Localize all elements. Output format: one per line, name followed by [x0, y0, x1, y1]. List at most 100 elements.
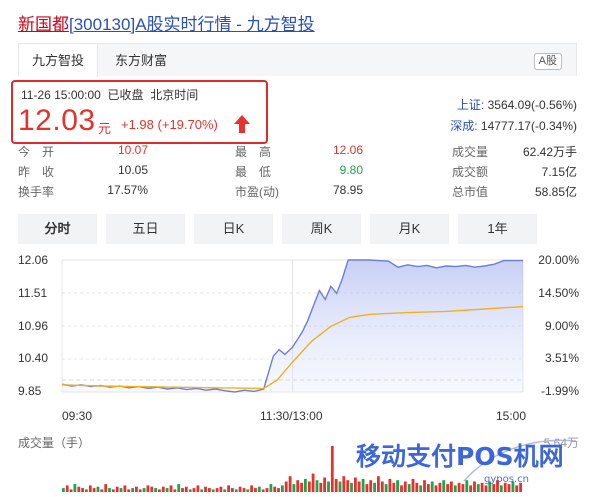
- volume-bar: [392, 482, 396, 492]
- volume-bar: [492, 484, 496, 492]
- volume-bar: [62, 488, 65, 492]
- volume-bar: [154, 488, 157, 492]
- volume-bar: [131, 488, 134, 492]
- volume-bar: [277, 488, 280, 492]
- volume-bar: [238, 486, 242, 492]
- volume-bar: [315, 480, 319, 492]
- volume-bar: [288, 476, 292, 492]
- volume-bar: [138, 489, 142, 492]
- volume-bar: [111, 489, 115, 492]
- volume-bar: [453, 485, 457, 492]
- volume-bar: [158, 489, 161, 492]
- volume-bar: [96, 486, 100, 492]
- volume-bar: [503, 482, 507, 492]
- volume-bar: [342, 476, 346, 492]
- volume-bar: [127, 489, 131, 492]
- volume-bar: [476, 484, 480, 492]
- volume-bar: [123, 485, 127, 492]
- volume-bar: [165, 488, 169, 492]
- volume-bar: [507, 484, 511, 492]
- volume-bar: [296, 480, 300, 492]
- volume-bar: [100, 489, 104, 492]
- volume-bar: [450, 481, 453, 492]
- volume-bar: [369, 480, 373, 492]
- volume-bar: [69, 489, 73, 492]
- volume-bar: [438, 482, 442, 492]
- volume-bar: [442, 480, 446, 492]
- volume-bar: [388, 478, 392, 492]
- volume-bar: [519, 482, 522, 492]
- volume-bar: [242, 488, 246, 492]
- volume-bar: [77, 486, 81, 492]
- volume-bar: [469, 485, 472, 492]
- volume-bar: [480, 482, 484, 492]
- volume-bar: [208, 488, 211, 492]
- volume-bar: [304, 478, 307, 492]
- volume-bar: [319, 482, 323, 492]
- volume-bar: [377, 476, 380, 492]
- volume-bar: [511, 481, 515, 492]
- volume-bar: [92, 488, 96, 492]
- volume-bar: [334, 478, 338, 492]
- volume-bar: [73, 484, 77, 492]
- volume-bar: [211, 489, 215, 492]
- volume-bar: [250, 485, 253, 492]
- volume-bar: [284, 481, 288, 492]
- volume-bar: [119, 488, 123, 492]
- volume-bar: [254, 488, 257, 492]
- volume-bar: [461, 484, 465, 492]
- volume-bar: [65, 485, 69, 492]
- volume-bar: [407, 484, 411, 492]
- volume-bar: [496, 480, 499, 492]
- volume-bar: [223, 489, 227, 492]
- volume-bar: [330, 446, 334, 492]
- volume-bar: [473, 481, 476, 492]
- volume-bar: [488, 481, 492, 492]
- volume-bar: [204, 486, 207, 492]
- volume-bar: [88, 485, 92, 492]
- volume-bar: [338, 481, 342, 492]
- volume-title: 成交量（手）: [18, 436, 91, 450]
- volume-bar: [361, 478, 365, 492]
- volume-bar: [499, 485, 503, 492]
- volume-bar: [142, 488, 146, 492]
- volume-bar: [411, 478, 415, 492]
- volume-bar: [227, 485, 230, 492]
- volume-bar: [446, 484, 449, 492]
- volume-bar: [85, 489, 88, 492]
- volume-bar: [484, 485, 488, 492]
- volume-bar: [234, 489, 238, 492]
- volume-bar: [419, 485, 423, 492]
- volume-bar: [515, 485, 519, 492]
- volume-bar: [346, 480, 350, 492]
- volume-bar: [427, 484, 430, 492]
- volume-bar: [365, 484, 369, 492]
- volume-bar: [400, 485, 403, 492]
- volume-bar: [423, 480, 426, 492]
- volume-bar: [380, 481, 384, 492]
- volume-bar: [434, 485, 438, 492]
- volume-bar: [177, 484, 181, 492]
- volume-bar: [457, 482, 461, 492]
- volume-bar: [192, 488, 196, 492]
- volume-bar: [269, 484, 273, 492]
- volume-bar: [415, 482, 419, 492]
- volume-bar: [273, 486, 277, 492]
- volume-bar: [231, 488, 234, 492]
- volume-bar: [354, 477, 357, 492]
- volume-bar: [281, 485, 284, 492]
- volume-bar: [246, 489, 250, 492]
- volume-bar: [184, 486, 188, 492]
- volume-bar: [307, 481, 311, 492]
- intraday-chart[interactable]: [0, 0, 605, 497]
- volume-bar: [384, 484, 388, 492]
- volume-bar: [265, 488, 269, 492]
- volume-bar: [403, 481, 407, 492]
- volume-bar: [150, 486, 154, 492]
- volume-bar: [261, 489, 265, 492]
- volume-bar: [300, 482, 303, 492]
- volume-bar: [181, 488, 184, 492]
- volume-bar: [200, 489, 204, 492]
- volume-bar: [115, 486, 119, 492]
- volume-bar: [219, 486, 223, 492]
